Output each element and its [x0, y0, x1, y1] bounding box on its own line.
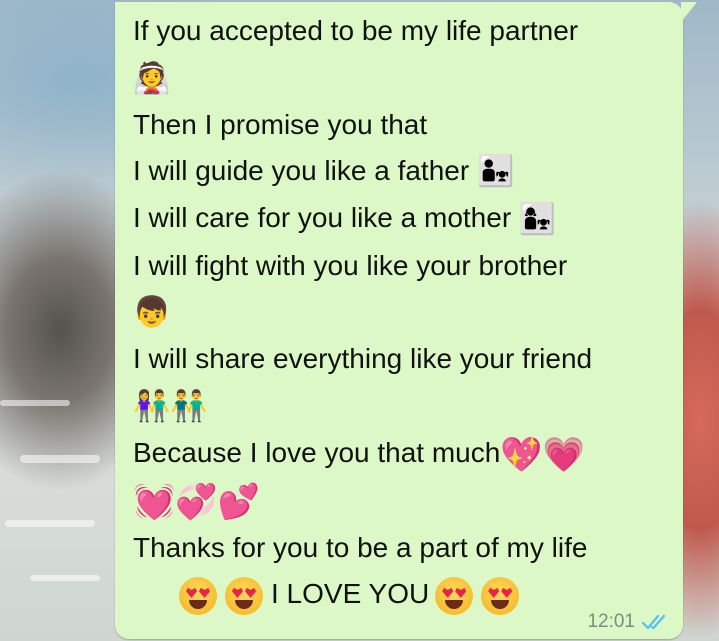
hearts-emoji: 💓💞💕 [133, 482, 261, 523]
line-text: I will fight with you like your brother [133, 249, 568, 281]
boy-emoji: 👦 [133, 295, 171, 331]
wallpaper-streak [30, 575, 100, 581]
wallpaper-streak [5, 520, 95, 527]
family-father-daughter-emoji: 👨‍👧 [476, 154, 515, 190]
message-line: 👦 [133, 289, 673, 337]
bubble-tail [681, 2, 697, 22]
message-line: I will fight with you like your brother [133, 243, 673, 289]
heart-eyes-emoji [179, 576, 217, 615]
message-line: I will guide you like a father 👨‍👧 [133, 148, 673, 196]
family-mother-daughter-emoji: 👩‍👧 [518, 201, 557, 237]
hearts-emoji: 💖💗 [500, 434, 585, 475]
message-line: I will share everything like your friend [133, 336, 673, 382]
bride-emoji: 👰 [133, 60, 171, 96]
line-text: Thanks for you to be a part of my life [133, 532, 588, 564]
message-line: 👰 [133, 54, 673, 102]
line-text: Because I love you that much [133, 437, 501, 469]
closing-text: I LOVE YOU [271, 578, 430, 610]
message-line: 💓💞💕 [133, 478, 673, 526]
message-meta: 12:01 [587, 611, 671, 633]
heart-eyes-emoji [481, 576, 520, 615]
wallpaper-streak [20, 455, 100, 463]
message-text: If you accepted to be my life partner 👰 … [133, 8, 673, 617]
message-time: 12:01 [587, 611, 635, 632]
line-text: Then I promise you that [133, 108, 428, 140]
message-line: Then I promise you that [133, 102, 673, 148]
line-text: If you accepted to be my life partner [133, 15, 579, 46]
message-line: Thanks for you to be a part of my life [133, 525, 673, 571]
line-text: I will guide you like a father [133, 154, 477, 186]
message-bubble[interactable]: If you accepted to be my life partner 👰 … [115, 2, 697, 639]
line-text: I will share everything like your friend [133, 343, 593, 375]
message-line: If you accepted to be my life partner [133, 8, 673, 54]
heart-eyes-emoji [435, 576, 474, 615]
couples-emoji: 👫👬 [133, 389, 208, 425]
line-text: I will care for you like a mother [133, 202, 519, 234]
message-line: 👫👬 [133, 382, 673, 430]
message-line: Because I love you that much💖💗 [133, 430, 673, 478]
heart-eyes-emoji [225, 576, 263, 615]
message-line: I will care for you like a mother 👩‍👧 [133, 195, 673, 243]
double-check-icon [641, 614, 666, 630]
wallpaper-streak [0, 400, 70, 406]
